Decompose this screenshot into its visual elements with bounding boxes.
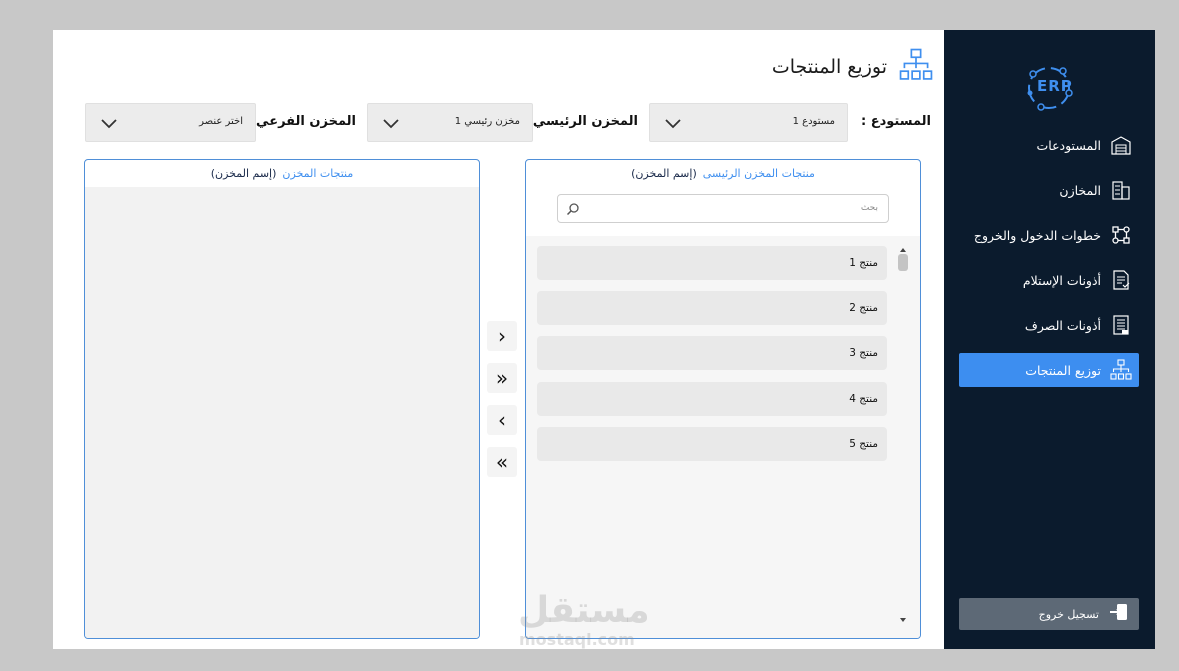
sub-store-label: المخزن الفرعي : — [246, 114, 356, 129]
main-store-panel-subtitle: (إسم المخزن) — [631, 167, 697, 180]
move-all-button[interactable]: » — [487, 363, 517, 393]
move-selected-button[interactable]: › — [487, 321, 517, 351]
chevron-down-icon — [101, 119, 117, 129]
warehouse-select-value: مستودع 1 — [792, 116, 835, 127]
main-store-select[interactable]: مخزن رئيسي 1 — [367, 103, 533, 142]
warehouse-label: المستودع : — [860, 114, 931, 129]
chevron-icon: › — [498, 324, 506, 348]
warehouse-select[interactable]: مستودع 1 — [649, 103, 848, 142]
issue-doc-icon — [1109, 313, 1133, 337]
sub-store-product-list — [85, 187, 479, 638]
main-store-select-value: مخزن رئيسي 1 — [454, 116, 520, 127]
list-item-label: منتج 1 — [849, 257, 878, 269]
search-input[interactable]: بحث — [557, 194, 889, 223]
main-store-panel-header: منتجات المخزن الرئيسى (إسم المخزن) — [526, 160, 920, 187]
distribution-icon — [1109, 358, 1133, 382]
chevron-down-icon — [665, 119, 681, 129]
list-item-label: منتج 5 — [849, 438, 878, 450]
sidebar-item-flow-steps[interactable]: خطوات الدخول والخروج — [959, 218, 1139, 252]
main-store-label: المخزن الرئيسي : — [523, 114, 638, 129]
sidebar-item-label: خطوات الدخول والخروج — [973, 227, 1101, 243]
sidebar-item-receipts[interactable]: أذونات الإستلام — [959, 263, 1139, 297]
list-item[interactable]: منتج 2 — [537, 291, 887, 325]
list-item[interactable]: منتج 4 — [537, 382, 887, 416]
page-title: توزيع المنتجات — [771, 56, 887, 78]
logo-text: ERP — [1037, 77, 1073, 95]
app-frame: ERP المستودعات المخازن خطوات الدخول والخ… — [53, 30, 1155, 649]
list-item-label: منتج 2 — [849, 302, 878, 314]
sub-store-select[interactable]: اختر عنصر — [85, 103, 256, 142]
return-selected-button[interactable]: ‹ — [487, 405, 517, 435]
sidebar: ERP المستودعات المخازن خطوات الدخول والخ… — [944, 30, 1155, 649]
sidebar-item-warehouses[interactable]: المستودعات — [959, 128, 1139, 162]
chevron-icon: ‹ — [498, 408, 506, 432]
main-store-panel-title: منتجات المخزن الرئيسى — [702, 167, 815, 180]
sub-store-panel-header: منتجات المخزن (إسم المخزن) — [85, 160, 479, 187]
sub-store-select-value: اختر عنصر — [199, 116, 243, 127]
sidebar-item-label: المخازن — [1059, 182, 1101, 198]
list-item-label: منتج 3 — [849, 347, 878, 359]
sub-store-panel: منتجات المخزن (إسم المخزن) — [84, 159, 480, 639]
double-chevron-icon: « — [495, 450, 509, 474]
sidebar-item-label: توزيع المنتجات — [1025, 362, 1101, 378]
search-icon — [566, 203, 579, 216]
logout-button[interactable]: تسجيل خروج — [959, 598, 1139, 630]
list-item[interactable]: منتج 3 — [537, 336, 887, 370]
main-store-panel: منتجات المخزن الرئيسى (إسم المخزن) بحث م… — [525, 159, 921, 639]
page-header: توزيع المنتجات — [772, 48, 933, 86]
search-placeholder: بحث — [860, 203, 878, 213]
sub-store-panel-title: منتجات المخزن — [282, 167, 354, 180]
erp-logo: ERP — [1017, 60, 1081, 116]
sidebar-item-label: أذونات الإستلام — [1022, 272, 1101, 288]
list-item-label: منتج 4 — [849, 393, 878, 405]
distribution-icon — [899, 48, 933, 86]
return-all-button[interactable]: « — [487, 447, 517, 477]
double-chevron-icon: » — [495, 366, 509, 390]
logout-label: تسجيل خروج — [1038, 607, 1099, 621]
scroll-down-arrow[interactable] — [900, 618, 906, 622]
list-item[interactable]: منتج 1 — [537, 246, 887, 280]
logout-icon — [1109, 603, 1129, 625]
flow-icon — [1109, 223, 1133, 247]
receipt-doc-icon — [1109, 268, 1133, 292]
warehouse-icon — [1109, 133, 1133, 157]
sidebar-item-label: أذونات الصرف — [1024, 317, 1101, 333]
list-item[interactable]: منتج 5 — [537, 427, 887, 461]
sidebar-nav: المستودعات المخازن خطوات الدخول والخروج … — [959, 128, 1139, 398]
chevron-down-icon — [383, 119, 399, 129]
scrollbar-thumb[interactable] — [898, 254, 908, 271]
sidebar-item-stores[interactable]: المخازن — [959, 173, 1139, 207]
sub-store-panel-subtitle: (إسم المخزن) — [210, 167, 277, 180]
stores-icon — [1109, 178, 1133, 202]
sidebar-item-label: المستودعات — [1036, 137, 1102, 153]
scroll-up-arrow[interactable] — [900, 248, 906, 252]
sidebar-item-distribution[interactable]: توزيع المنتجات — [959, 353, 1139, 387]
sidebar-item-issues[interactable]: أذونات الصرف — [959, 308, 1139, 342]
